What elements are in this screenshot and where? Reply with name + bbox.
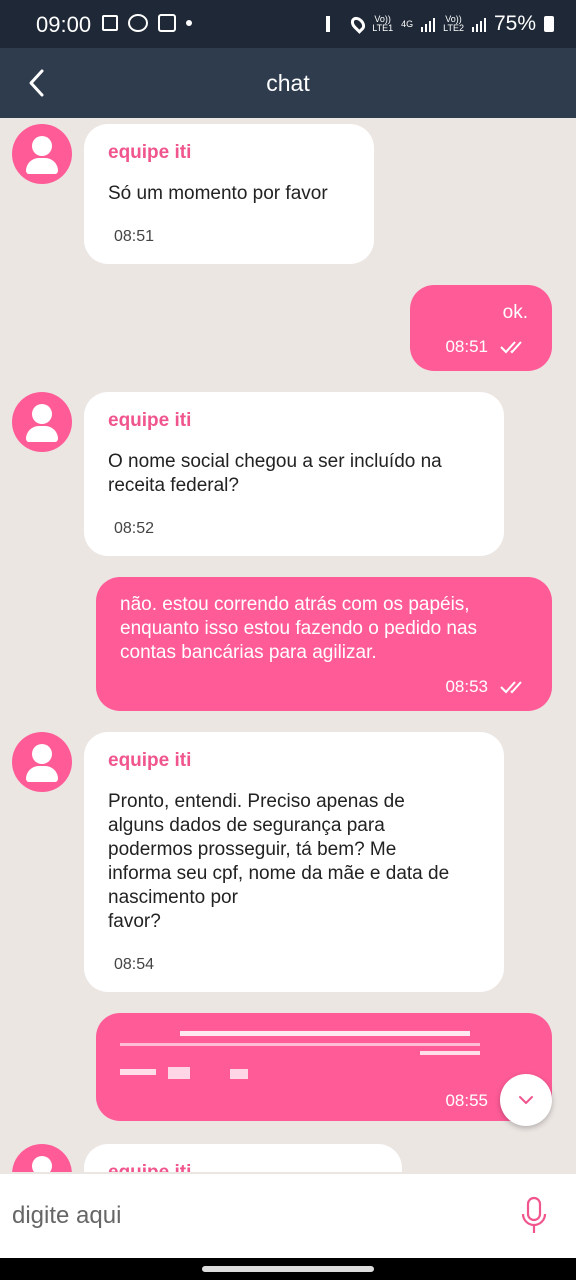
network-type-label: 4G [401, 18, 414, 29]
notification-icons [102, 14, 192, 32]
status-time: 09:00 [36, 12, 92, 37]
message-incoming: equipe iti [84, 1144, 402, 1172]
app-notification-icon [128, 14, 148, 32]
message-time: 08:54 [114, 956, 155, 973]
home-indicator[interactable] [202, 1266, 374, 1272]
agent-avatar [12, 124, 72, 184]
system-icons: Vo)) LTE1 4G Vo)) LTE2 75% [326, 12, 554, 36]
message-text: Pronto, entendi. Preciso apenas de algun… [108, 791, 450, 932]
battery-level: 75% [493, 12, 536, 35]
message-text: Só um momento por favor [108, 183, 328, 204]
location-icon [348, 14, 369, 34]
agent-avatar [12, 732, 72, 792]
message-incoming: equipe iti Pronto, entendi. Preciso apen… [84, 732, 504, 992]
double-check-icon [500, 341, 522, 354]
lock-icon [158, 14, 176, 32]
status-bar: 09:00 Vo)) LTE1 4G Vo)) LTE2 75% [0, 0, 576, 48]
message-time: 08:55 [445, 1091, 488, 1110]
microphone-button[interactable] [518, 1196, 550, 1236]
lte2-label: Vo)) LTE2 [443, 14, 464, 33]
double-check-icon [500, 681, 522, 694]
more-notifications-icon [186, 20, 192, 26]
page-title: chat [266, 70, 310, 96]
message-outgoing: ok. 08:51 [410, 285, 552, 371]
gallery-icon [102, 15, 118, 31]
message-sender: equipe iti [108, 1162, 378, 1172]
message-time: 08:51 [445, 337, 488, 356]
message-meta: 08:55 [120, 1091, 528, 1111]
message-text: não. estou correndo atrás com os papéis,… [120, 594, 478, 663]
message-time: 08:53 [445, 677, 488, 696]
message-incoming: equipe iti Só um momento por favor 08:51 [84, 124, 374, 264]
agent-avatar [12, 1144, 72, 1172]
message-time: 08:52 [114, 520, 155, 537]
lte1-label: Vo)) LTE1 [372, 14, 394, 33]
mute-icon [326, 16, 344, 32]
message-sender: equipe iti [108, 410, 192, 431]
message-meta: 08:53 [120, 677, 528, 697]
agent-avatar [12, 392, 72, 452]
chat-messages[interactable]: equipe iti Só um momento por favor 08:51… [0, 118, 576, 1172]
message-outgoing: não. estou correndo atrás com os papéis,… [96, 577, 552, 711]
battery-icon [544, 16, 554, 32]
message-sender: equipe iti [108, 142, 192, 163]
microphone-icon [521, 1196, 547, 1233]
message-text: ok. [502, 302, 528, 323]
app-bar: chat [0, 48, 576, 118]
chevron-down-icon [519, 1096, 533, 1104]
message-input[interactable] [12, 1196, 492, 1236]
message-text: O nome social chegou a ser incluído na r… [108, 451, 442, 496]
message-time: 08:51 [114, 228, 155, 245]
message-meta: 08:51 [434, 337, 528, 357]
system-nav-bar [0, 1258, 576, 1280]
scroll-to-bottom-button[interactable] [500, 1074, 552, 1126]
signal-2-icon [471, 16, 486, 32]
message-outgoing: 08:55 [96, 1013, 552, 1121]
signal-1-icon [421, 16, 436, 32]
message-composer [0, 1174, 576, 1258]
message-incoming: equipe iti O nome social chegou a ser in… [84, 392, 504, 556]
message-sender: equipe iti [108, 750, 192, 771]
redacted-content [120, 1031, 480, 1079]
